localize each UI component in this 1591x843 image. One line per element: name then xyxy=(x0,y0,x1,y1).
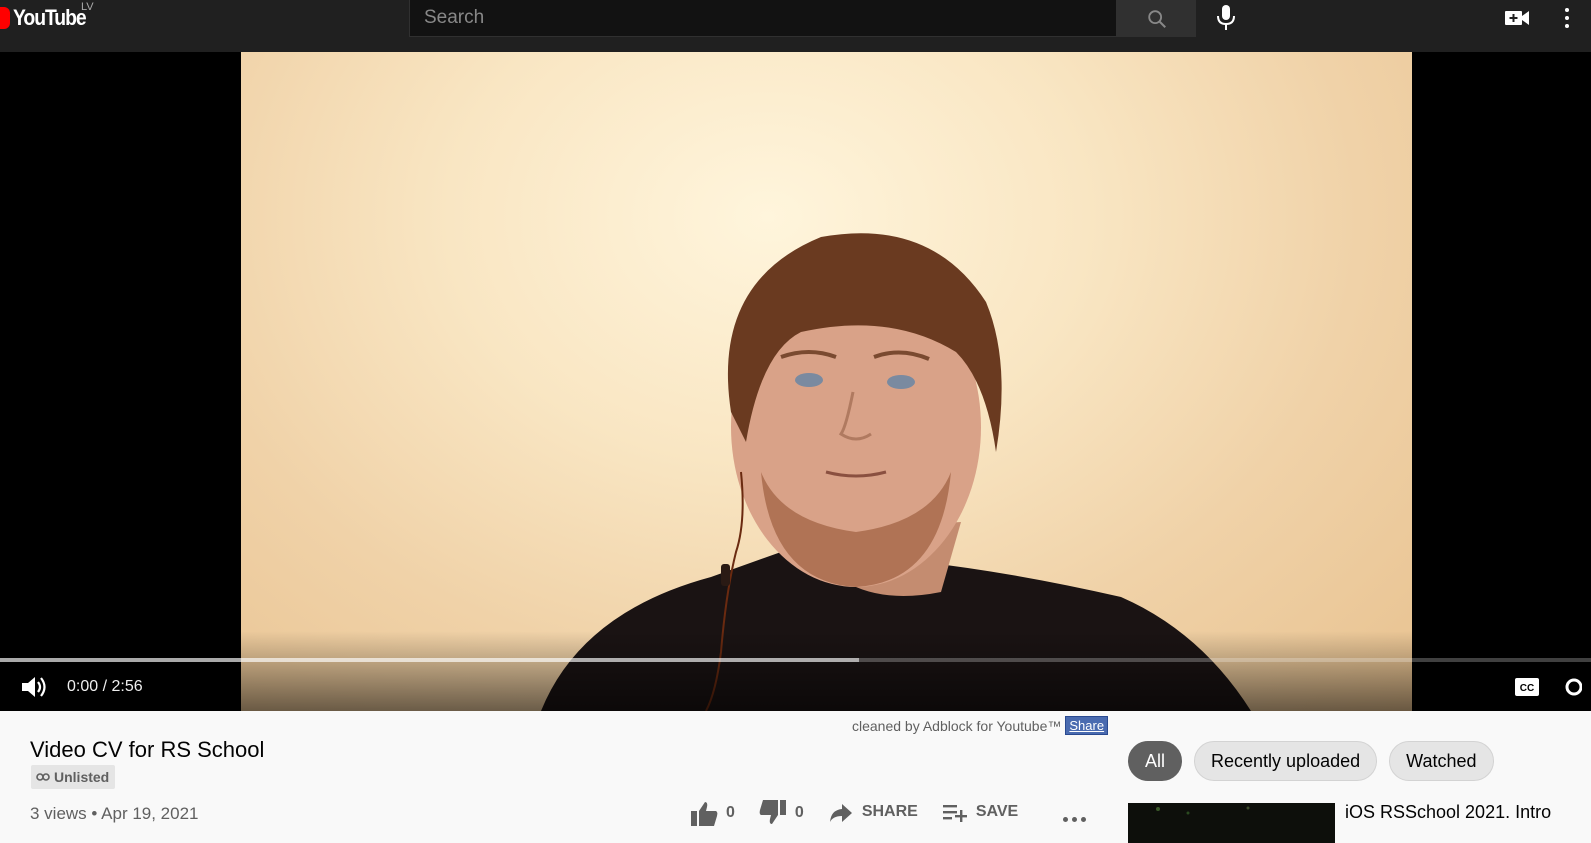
video-player[interactable]: 0:00 / 2:56 CC xyxy=(0,52,1591,711)
svg-text:CC: CC xyxy=(1520,683,1534,694)
country-code: LV xyxy=(81,1,94,13)
link-icon xyxy=(36,773,50,781)
video-actions: 0 0 SHARE SAVE xyxy=(690,800,1042,832)
thumbnail-image xyxy=(1128,803,1335,843)
video-title: Video CV for RS School xyxy=(30,737,265,762)
more-actions-button[interactable] xyxy=(1060,806,1088,832)
adblock-share-button[interactable]: Share xyxy=(1065,716,1109,735)
chip-all[interactable]: All xyxy=(1128,741,1183,781)
like-count: 0 xyxy=(726,804,735,821)
adblock-note-text: cleaned by Adblock for Youtube™ xyxy=(852,717,1062,734)
video-subject-illustration xyxy=(541,233,1251,711)
chip-recently-uploaded[interactable]: Recently uploaded xyxy=(1194,741,1378,781)
thumbs-up-icon xyxy=(691,802,718,826)
unlisted-badge: Unlisted xyxy=(31,765,116,789)
share-icon xyxy=(829,804,852,822)
progress-buffered xyxy=(0,658,860,662)
voice-search-button[interactable] xyxy=(1210,2,1242,34)
create-video-icon xyxy=(1505,11,1529,25)
logo-text: YouTube xyxy=(13,5,87,30)
closed-captions-icon: CC xyxy=(1515,678,1539,696)
youtube-play-icon xyxy=(0,7,10,29)
search-input[interactable] xyxy=(410,0,1116,36)
controls-gradient xyxy=(0,631,1591,711)
mute-button[interactable] xyxy=(18,672,50,702)
playlist-add-icon xyxy=(942,805,967,822)
progress-bar[interactable] xyxy=(0,658,1591,662)
search-box xyxy=(409,0,1117,37)
adblock-note: cleaned by Adblock for Youtube™ Share xyxy=(852,716,1109,735)
video-frame xyxy=(241,52,1412,711)
view-count-date: 3 views • Apr 19, 2021 xyxy=(30,804,199,823)
dislike-count: 0 xyxy=(794,804,804,821)
share-label: SHARE xyxy=(861,803,918,820)
time-display: 0:00 / 2:56 xyxy=(67,678,143,695)
visibility-label: Unlisted xyxy=(54,769,110,785)
more-vertical-icon[interactable] xyxy=(1560,2,1574,34)
settings-icon xyxy=(1565,678,1582,696)
thumbs-down-icon xyxy=(759,800,786,824)
create-button[interactable] xyxy=(1502,4,1532,32)
related-filter-chips: All Recently uploaded Watched xyxy=(1128,741,1494,781)
recommendation-title[interactable]: iOS RSSchool 2021. Intro xyxy=(1345,802,1551,823)
dislike-button[interactable]: 0 xyxy=(759,800,804,826)
masthead: YouTube LV xyxy=(0,0,1591,52)
settings-button[interactable] xyxy=(1562,676,1582,698)
save-button[interactable]: SAVE xyxy=(942,800,1018,824)
chip-watched[interactable]: Watched xyxy=(1389,741,1494,781)
save-label: SAVE xyxy=(975,803,1019,820)
share-button[interactable]: SHARE xyxy=(828,800,918,824)
search-button[interactable] xyxy=(1117,0,1196,37)
search-icon xyxy=(1147,9,1166,28)
recommendation-thumbnail[interactable] xyxy=(1128,803,1335,843)
like-button[interactable]: 0 xyxy=(690,800,735,826)
captions-button[interactable]: CC xyxy=(1512,676,1542,698)
volume-icon xyxy=(22,677,46,697)
microphone-icon xyxy=(1217,5,1235,30)
